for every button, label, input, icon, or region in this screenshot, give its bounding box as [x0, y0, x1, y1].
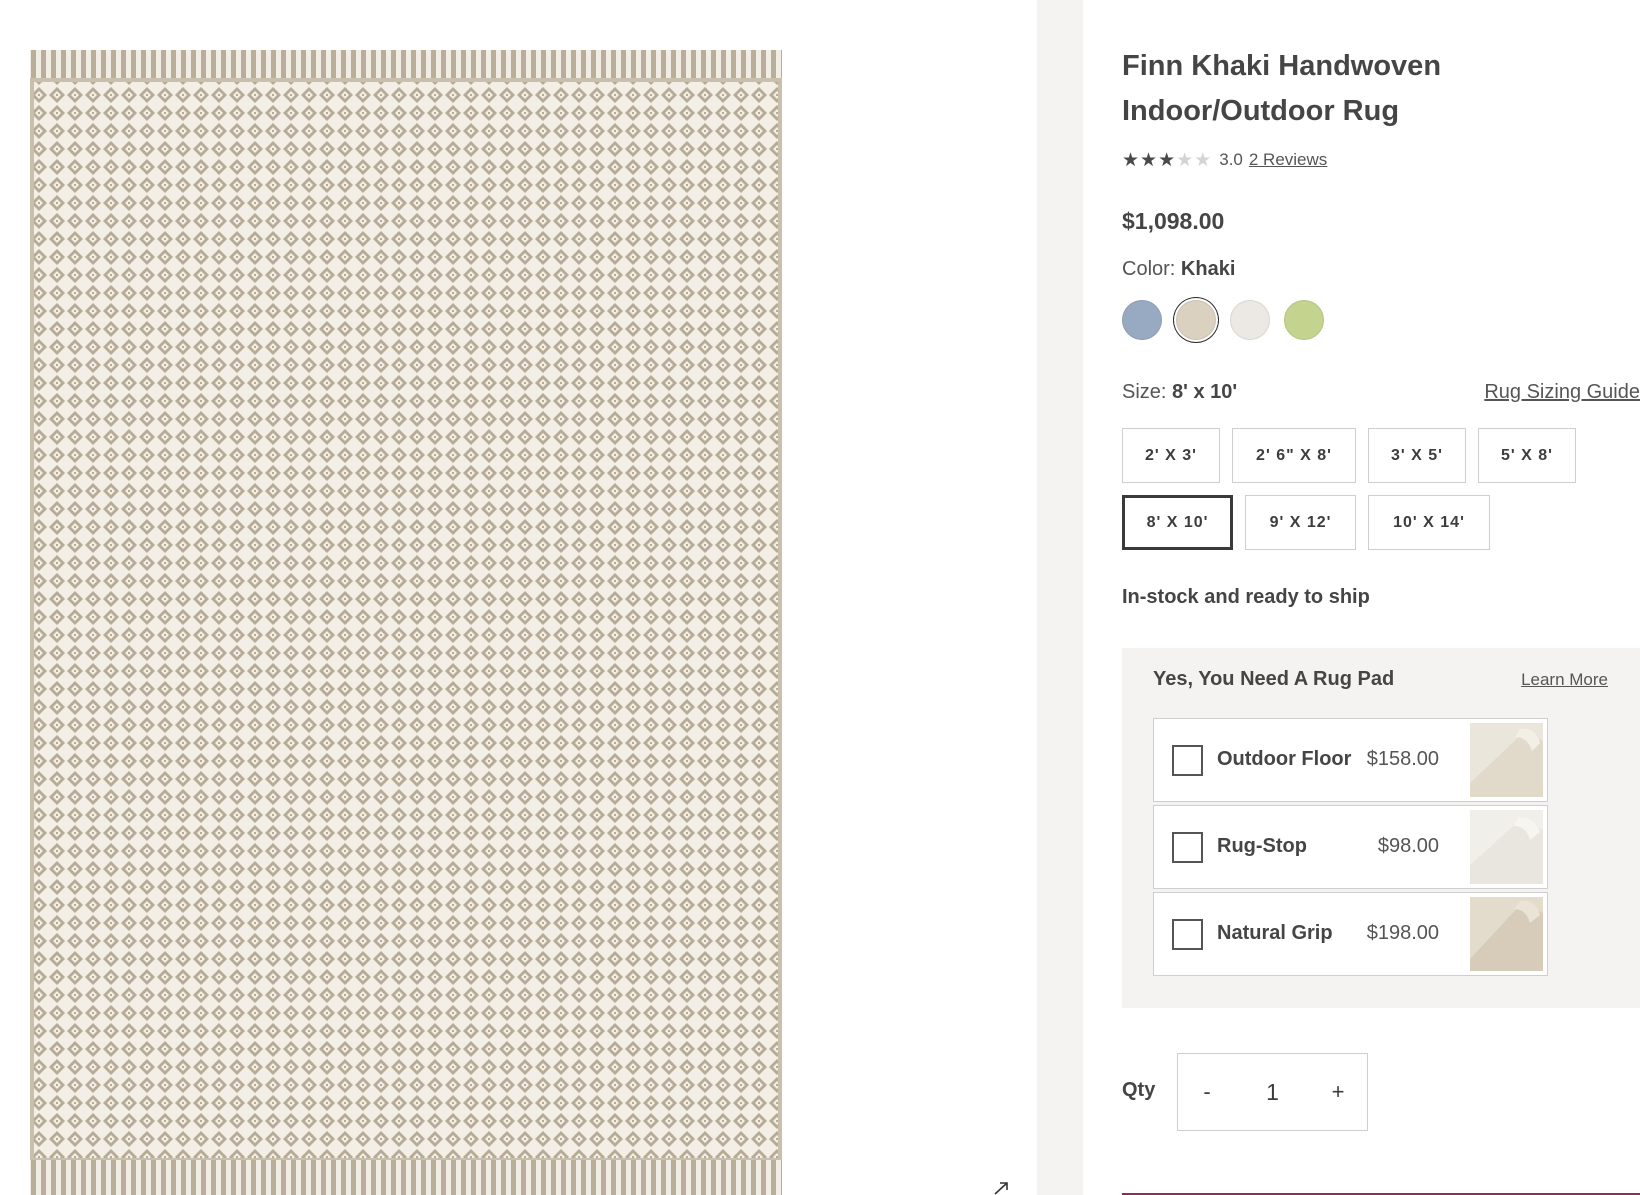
pad-thumbnail: [1470, 897, 1543, 971]
star-rating: ★ ★ ★ ★ ★: [1122, 151, 1211, 170]
rug-pad-option-natural-grip[interactable]: Natural Grip $198.00: [1153, 892, 1548, 976]
quantity-label: Qty: [1122, 1079, 1156, 1101]
increase-quantity-button[interactable]: +: [1309, 1079, 1367, 1105]
quantity-stepper: - +: [1177, 1053, 1368, 1131]
quantity-input[interactable]: [1236, 1078, 1309, 1106]
product-gallery: [0, 0, 1037, 1195]
size-label: Size: 8' x 10': [1122, 381, 1237, 404]
product-page: Finn Khaki Handwoven Indoor/Outdoor Rug …: [0, 0, 1640, 1195]
star-icon: ★: [1176, 149, 1194, 171]
reviews-link[interactable]: 2 Reviews: [1249, 150, 1327, 170]
expand-arrow-icon[interactable]: [992, 1180, 1012, 1195]
rug-pad-option-outdoor-floor[interactable]: Outdoor Floor $158.00: [1153, 718, 1548, 802]
product-image[interactable]: [30, 50, 782, 1195]
star-icon: ★: [1194, 149, 1212, 171]
decrease-quantity-button[interactable]: -: [1178, 1079, 1236, 1105]
pad-price: $158.00: [1366, 748, 1439, 770]
size-option[interactable]: 9' X 12': [1245, 495, 1356, 550]
rug-image: [30, 50, 782, 1195]
pad-name: Outdoor Floor: [1217, 748, 1352, 770]
rug-pad-upsell: Yes, You Need A Rug Pad Learn More Outdo…: [1122, 648, 1640, 1008]
product-title: Finn Khaki Handwoven Indoor/Outdoor Rug: [1122, 50, 1442, 127]
rug-sizing-guide-link[interactable]: Rug Sizing Guide: [1484, 381, 1640, 404]
product-price: $1,098.00: [1122, 208, 1225, 234]
swatch-green[interactable]: [1284, 300, 1324, 340]
color-label-text: Color:: [1122, 258, 1176, 280]
pad-price: $198.00: [1366, 922, 1439, 944]
size-option[interactable]: 10' X 14': [1368, 495, 1490, 550]
size-option[interactable]: 5' X 8': [1478, 428, 1576, 483]
size-option[interactable]: 3' X 5': [1368, 428, 1466, 483]
checkbox-icon[interactable]: [1172, 745, 1203, 776]
rug-pad-option-rug-stop[interactable]: Rug-Stop $98.00: [1153, 805, 1548, 889]
star-icon: ★: [1140, 149, 1158, 171]
product-details-panel: Finn Khaki Handwoven Indoor/Outdoor Rug …: [1122, 0, 1640, 1195]
pad-price: $98.00: [1377, 835, 1439, 857]
star-icon: ★: [1122, 149, 1140, 171]
size-option[interactable]: 2' 6" X 8': [1232, 428, 1356, 483]
selected-color: Khaki: [1180, 258, 1236, 280]
swatch-blue[interactable]: [1122, 300, 1162, 340]
swatch-khaki[interactable]: [1176, 300, 1216, 340]
learn-more-link[interactable]: Learn More: [1521, 670, 1608, 690]
selected-size: 8' x 10': [1172, 381, 1238, 403]
size-option[interactable]: 2' X 3': [1122, 428, 1220, 483]
stock-status: In-stock and ready to ship: [1122, 586, 1370, 608]
size-options: 2' X 3' 2' 6" X 8' 3' X 5' 5' X 8' 8' X …: [1122, 428, 1640, 550]
color-swatches: [1122, 300, 1324, 340]
rating-summary: ★ ★ ★ ★ ★ 3.0 2 Reviews: [1122, 148, 1327, 172]
pad-name: Rug-Stop: [1217, 835, 1307, 857]
pad-thumbnail: [1470, 810, 1543, 884]
rating-value: 3.0: [1219, 150, 1243, 169]
size-option-selected[interactable]: 8' X 10': [1122, 495, 1233, 550]
star-icon: ★: [1158, 149, 1176, 171]
swatch-white[interactable]: [1230, 300, 1270, 340]
color-label: Color: Khaki: [1122, 258, 1235, 281]
rug-pad-title: Yes, You Need A Rug Pad: [1153, 668, 1395, 690]
pad-name: Natural Grip: [1217, 922, 1333, 944]
pad-thumbnail: [1470, 723, 1543, 797]
gallery-divider: [1037, 0, 1083, 1195]
checkbox-icon[interactable]: [1172, 919, 1203, 950]
checkbox-icon[interactable]: [1172, 832, 1203, 863]
size-label-text: Size:: [1122, 381, 1167, 403]
